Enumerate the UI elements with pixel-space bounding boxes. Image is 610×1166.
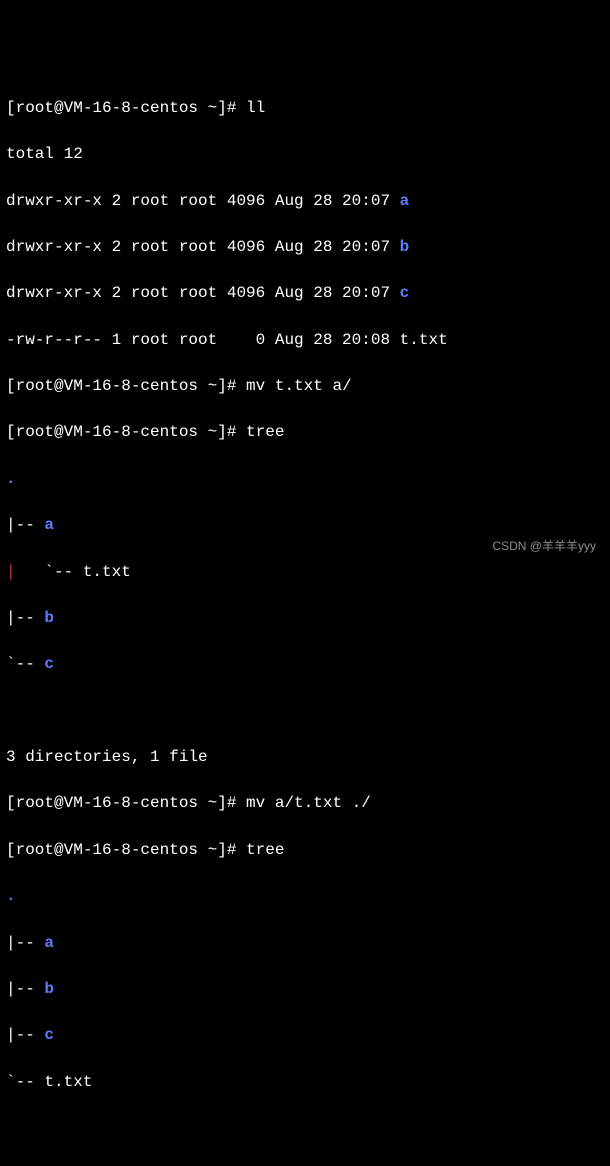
prompt: [root@VM-16-8-centos ~]#: [6, 841, 236, 859]
prompt-line[interactable]: [root@VM-16-8-centos ~]# tree: [6, 839, 604, 862]
command-mv2: mv a/t.txt ./: [246, 794, 371, 812]
tree-line: |-- b: [6, 978, 604, 1001]
dir-c: c: [400, 284, 410, 302]
tree-dot: .: [6, 468, 604, 491]
tree-summary: 3 directories, 1 file: [6, 746, 604, 769]
tree-line: |-- b: [6, 607, 604, 630]
command-tree1: tree: [246, 423, 284, 441]
command-tree2: tree: [246, 841, 284, 859]
dir-a: a: [400, 192, 410, 210]
dir-b: b: [400, 238, 410, 256]
prompt: [root@VM-16-8-centos ~]#: [6, 794, 236, 812]
watermark: CSDN @羊羊羊yyy: [492, 538, 596, 555]
ll-perms: drwxr-xr-x 2 root root 4096 Aug 28 20:07: [6, 284, 400, 302]
tree-line: |-- a: [6, 932, 604, 955]
prompt-line[interactable]: [root@VM-16-8-centos ~]# ll: [6, 97, 604, 120]
ll-row: drwxr-xr-x 2 root root 4096 Aug 28 20:07…: [6, 236, 604, 259]
blank-line: [6, 1117, 604, 1140]
prompt: [root@VM-16-8-centos ~]#: [6, 423, 236, 441]
prompt-line[interactable]: [root@VM-16-8-centos ~]# tree: [6, 421, 604, 444]
ll-total: total 12: [6, 143, 604, 166]
ll-perms: drwxr-xr-x 2 root root 4096 Aug 28 20:07: [6, 192, 400, 210]
ll-row: -rw-r--r-- 1 root root 0 Aug 28 20:08 t.…: [6, 329, 604, 352]
ll-row: drwxr-xr-x 2 root root 4096 Aug 28 20:07…: [6, 190, 604, 213]
prompt-line[interactable]: [root@VM-16-8-centos ~]# mv a/t.txt ./: [6, 792, 604, 815]
tree-line: |-- c: [6, 1024, 604, 1047]
ll-row: drwxr-xr-x 2 root root 4096 Aug 28 20:07…: [6, 282, 604, 305]
tree-summary: 3 directories, 1 file: [6, 1163, 604, 1166]
command-mv1: mv t.txt a/: [246, 377, 352, 395]
prompt: [root@VM-16-8-centos ~]#: [6, 99, 236, 117]
blank-line: [6, 700, 604, 723]
ll-perms: drwxr-xr-x 2 root root 4096 Aug 28 20:07: [6, 238, 400, 256]
command-ll: ll: [246, 99, 265, 117]
tree-line: `-- c: [6, 653, 604, 676]
tree-line: |-- a: [6, 514, 604, 537]
prompt-line[interactable]: [root@VM-16-8-centos ~]# mv t.txt a/: [6, 375, 604, 398]
tree-dot: .: [6, 885, 604, 908]
prompt: [root@VM-16-8-centos ~]#: [6, 377, 236, 395]
tree-line: `-- t.txt: [6, 1071, 604, 1094]
tree-line: | `-- t.txt: [6, 561, 604, 584]
